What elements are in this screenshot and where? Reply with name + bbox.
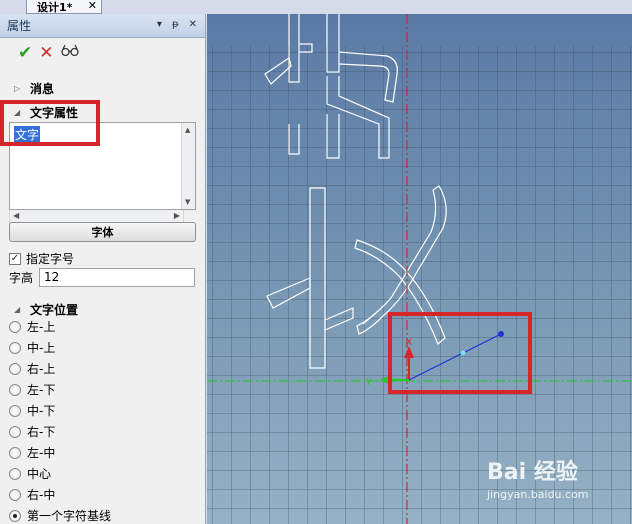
panel-header: 属性 ▾ ᵽ ✕ [0,14,205,38]
radio-label: 右-中 [27,488,56,502]
radio-label: 左-中 [27,446,56,460]
radio-center-top[interactable]: 中-上 [9,339,55,356]
specify-size-checkbox[interactable]: ✓ 指定字号 [9,250,74,267]
radio-button[interactable] [9,446,21,459]
radio-button-selected[interactable] [9,509,21,522]
text-input-area[interactable]: 文字 ▲ ▼ [9,122,196,210]
font-button[interactable]: 字体 [9,222,196,242]
rotate-handle[interactable] [498,331,504,337]
radio-button[interactable] [9,362,21,375]
radio-label: 右-上 [27,362,56,376]
scroll-up-icon[interactable]: ▲ [185,126,190,134]
grid [207,46,632,524]
radio-left-top[interactable]: 左-上 [9,318,55,335]
document-tab[interactable]: 设计1* ✕ [26,0,102,14]
watermark-main: Bai 经验 [487,460,578,485]
scroll-down-icon[interactable]: ▼ [185,198,190,206]
vertical-scrollbar[interactable]: ▲ ▼ [181,123,195,209]
collapse-arrow-icon: ◢ [14,108,21,117]
char-height-input[interactable]: 12 [39,268,196,287]
watermark-sub: jingyan.baidu.com [487,488,589,501]
radio-button[interactable] [9,320,21,333]
expand-arrow-icon: ▷ [14,84,21,93]
midpoint-handle[interactable] [460,350,466,356]
scroll-left-icon[interactable]: ◀ [13,211,19,220]
document-tab-strip: 设计1* ✕ [0,0,632,14]
radio-label: 左-下 [27,383,56,397]
section-message-label: 消息 [30,82,55,96]
dropdown-icon[interactable]: ▾ [157,19,162,30]
radio-right-bottom[interactable]: 右-下 [9,423,55,440]
radio-first-char-baseline[interactable]: 第一个字符基线 [9,507,111,524]
property-panel: 属性 ▾ ᵽ ✕ ✔ ✕ ▷ 消息 ◢ 文字属性 文字 ▲ ▼ ◀ ▶ 字体 ✓… [0,14,206,524]
radio-left-middle[interactable]: 左-中 [9,444,55,461]
radio-right-top[interactable]: 右-上 [9,360,55,377]
radio-label: 左-上 [27,320,56,334]
radio-right-middle[interactable]: 右-中 [9,486,55,503]
section-text-position[interactable]: ◢ 文字位置 [14,301,78,318]
radio-button[interactable] [9,383,21,396]
radio-button[interactable] [9,341,21,354]
section-text-position-label: 文字位置 [30,303,79,317]
collapse-arrow-icon: ◢ [14,305,21,314]
cad-viewport[interactable]: X Y Bai 经验 jingyan.baidu.com [207,14,632,524]
radio-button[interactable] [9,467,21,480]
confirm-icon[interactable]: ✔ [18,44,32,62]
radio-button[interactable] [9,425,21,438]
radio-left-bottom[interactable]: 左-下 [9,381,55,398]
x-axis-label: X [406,338,412,348]
document-tab-title: 设计1* [37,0,73,14]
watermark: Bai 经验 jingyan.baidu.com [487,454,589,501]
y-axis-label: Y [365,378,372,388]
panel-title: 属性 [7,19,32,33]
section-text-properties[interactable]: ◢ 文字属性 [14,104,78,121]
checkbox-check-icon[interactable]: ✓ [9,252,21,265]
char-height-row: 字高 12 [9,268,196,287]
section-message[interactable]: ▷ 消息 [14,80,54,97]
radio-center-bottom[interactable]: 中-下 [9,402,55,419]
specify-size-label: 指定字号 [26,252,75,266]
selected-text: 文字 [14,126,41,143]
radio-label: 中心 [27,467,52,481]
radio-button[interactable] [9,404,21,417]
radio-center[interactable]: 中心 [9,465,51,482]
cancel-icon[interactable]: ✕ [39,44,53,62]
viewport-canvas: X Y [207,14,632,524]
window: 设计1* ✕ 属性 ▾ ᵽ ✕ ✔ ✕ ▷ 消息 ◢ 文字属性 文字 ▲ ▼ ◀… [0,0,632,524]
action-toolbar: ✔ ✕ [18,44,79,62]
scroll-right-icon[interactable]: ▶ [174,211,180,220]
radio-label: 右-下 [27,425,56,439]
radio-label: 中-上 [27,341,56,355]
radio-button[interactable] [9,488,21,501]
pin-icon[interactable]: ᵽ [172,19,179,30]
char-height-label: 字高 [9,271,34,285]
radio-label: 第一个字符基线 [27,509,112,523]
close-panel-icon[interactable]: ✕ [189,19,197,30]
section-text-properties-label: 文字属性 [30,106,79,120]
preview-glasses-icon[interactable] [60,44,79,62]
tab-close-icon[interactable]: ✕ [88,0,97,12]
radio-label: 中-下 [27,404,56,418]
